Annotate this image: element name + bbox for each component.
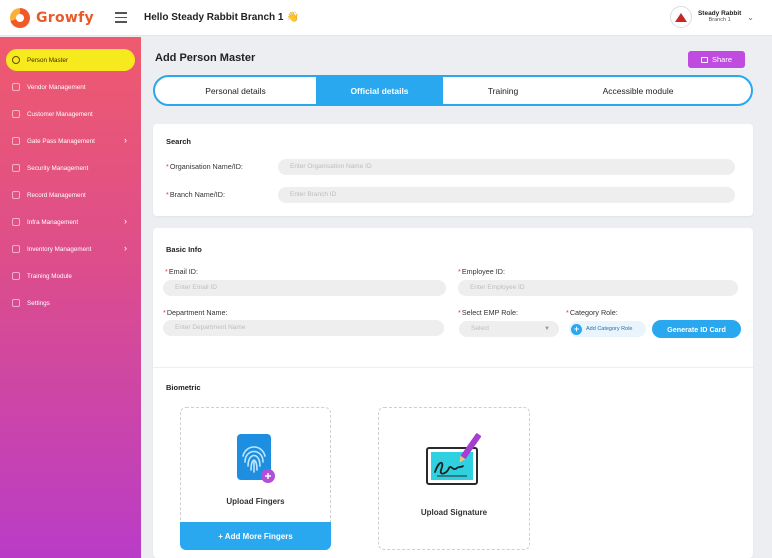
sidebar-item-security-management[interactable]: Security Management bbox=[6, 157, 135, 179]
category-role-label: *Category Role: bbox=[566, 308, 618, 317]
email-input[interactable]: Enter Email ID bbox=[163, 280, 446, 296]
menu-toggle-icon[interactable] bbox=[115, 12, 127, 26]
record-icon bbox=[12, 191, 20, 199]
department-input[interactable]: Enter Department Name bbox=[163, 320, 444, 336]
sidebar-item-infra-management[interactable]: Infra Management › bbox=[6, 211, 135, 233]
upload-fingers-label: Upload Fingers bbox=[226, 497, 285, 506]
sidebar-item-label: Security Management bbox=[27, 164, 89, 172]
emp-role-label: *Select EMP Role: bbox=[458, 308, 519, 317]
email-label: *Email ID: bbox=[165, 267, 198, 276]
app-logo-text: Growfy bbox=[36, 10, 94, 26]
share-button-label: Share bbox=[711, 55, 732, 64]
sidebar: Person Master Vendor Management Customer M… bbox=[0, 37, 141, 558]
add-category-role-label: Add Category Role bbox=[586, 326, 633, 332]
chevron-right-icon: › bbox=[124, 216, 127, 226]
sidebar-item-person-master[interactable]: Person Master bbox=[6, 49, 135, 71]
organisation-input[interactable]: Enter Organisation Name ID bbox=[278, 159, 735, 175]
biometric-title: Biometric bbox=[166, 383, 201, 392]
tab-official-details[interactable]: Official details bbox=[316, 77, 443, 104]
search-section-title: Search bbox=[166, 137, 192, 146]
tab-training[interactable]: Training bbox=[443, 77, 563, 104]
sidebar-item-label: Record Management bbox=[27, 191, 86, 199]
chevron-right-icon: › bbox=[124, 135, 127, 145]
generate-id-card-button[interactable]: Generate ID Card bbox=[652, 320, 741, 338]
organisation-label: *Organisation Name/ID: bbox=[166, 162, 243, 171]
person-icon bbox=[12, 56, 20, 64]
sidebar-item-label: Customer Management bbox=[27, 110, 93, 118]
branch-label: *Branch Name/ID: bbox=[166, 190, 225, 199]
share-button[interactable]: Share bbox=[688, 51, 745, 68]
sidebar-item-label: Inventory Management bbox=[27, 245, 92, 253]
sidebar-item-label: Vendor Management bbox=[27, 83, 86, 91]
shield-icon bbox=[12, 164, 20, 172]
share-icon bbox=[700, 56, 708, 63]
greeting-label: Hello Steady Rabbit Branch 1 bbox=[144, 12, 284, 23]
signature-icon bbox=[426, 433, 482, 485]
upload-signature-label: Upload Signature bbox=[420, 508, 488, 517]
wave-emoji: 👋 bbox=[286, 12, 299, 23]
sidebar-item-label: Person Master bbox=[27, 56, 68, 64]
sidebar-item-label: Infra Management bbox=[27, 218, 79, 226]
vendor-icon bbox=[12, 83, 20, 91]
gate-pass-icon bbox=[12, 137, 20, 145]
sidebar-item-label: Training Module bbox=[27, 272, 72, 280]
chevron-down-icon: ⌄ bbox=[747, 12, 754, 22]
sidebar-item-inventory-management[interactable]: Inventory Management › bbox=[6, 238, 135, 260]
sidebar-item-record-management[interactable]: Record Management bbox=[6, 184, 135, 206]
plus-icon: + bbox=[571, 323, 582, 335]
emp-role-value: Select bbox=[471, 325, 490, 332]
avatar bbox=[669, 6, 692, 28]
top-bar: Growfy Hello Steady Rabbit Branch 1 👋 Ste… bbox=[0, 0, 772, 36]
infra-icon bbox=[12, 218, 20, 226]
tab-personal-details[interactable]: Personal details bbox=[155, 77, 316, 104]
growfy-logo-icon bbox=[10, 8, 30, 28]
page-title: Add Person Master bbox=[155, 52, 256, 64]
sidebar-item-vendor-management[interactable]: Vendor Management bbox=[6, 76, 135, 98]
tab-accessible-module[interactable]: Accessible module bbox=[563, 77, 713, 104]
fingerprint-icon bbox=[237, 434, 275, 483]
chevron-right-icon: › bbox=[124, 243, 127, 253]
sidebar-item-customer-management[interactable]: Customer Management bbox=[6, 103, 135, 125]
employee-id-input[interactable]: Enter Employee ID bbox=[458, 280, 738, 296]
sidebar-item-settings[interactable]: Settings bbox=[6, 292, 135, 314]
add-category-role-button[interactable]: + Add Category Role bbox=[569, 321, 646, 337]
greeting-text: Hello Steady Rabbit Branch 1 👋 bbox=[144, 12, 299, 23]
sidebar-item-label: Gate Pass Management bbox=[27, 137, 95, 145]
inventory-icon bbox=[12, 245, 20, 253]
sidebar-item-training-module[interactable]: Training Module bbox=[6, 265, 135, 287]
upload-signature-box[interactable]: Upload Signature bbox=[378, 407, 530, 550]
training-icon bbox=[12, 272, 20, 280]
sidebar-item-label: Settings bbox=[27, 299, 50, 307]
emp-role-select[interactable]: Select ▼ bbox=[459, 321, 559, 337]
app-logo[interactable]: Growfy bbox=[10, 8, 94, 28]
department-label: *Department Name: bbox=[163, 308, 228, 317]
section-divider bbox=[153, 367, 753, 368]
user-branch: Branch 1 bbox=[708, 17, 731, 23]
employee-id-label: *Employee ID: bbox=[458, 267, 505, 276]
user-menu[interactable]: Steady Rabbit Branch 1 ⌄ bbox=[669, 6, 754, 28]
add-more-fingers-button[interactable]: + Add More Fingers bbox=[180, 522, 331, 550]
branch-input[interactable]: Enter Branch ID bbox=[278, 187, 735, 203]
tab-bar: Personal details Official details Traini… bbox=[153, 75, 753, 106]
basic-info-title: Basic Info bbox=[166, 245, 202, 254]
customer-icon bbox=[12, 110, 20, 118]
chevron-down-icon: ▼ bbox=[544, 326, 550, 332]
sidebar-item-gate-pass-management[interactable]: Gate Pass Management › bbox=[6, 130, 135, 152]
gear-icon bbox=[12, 299, 20, 307]
